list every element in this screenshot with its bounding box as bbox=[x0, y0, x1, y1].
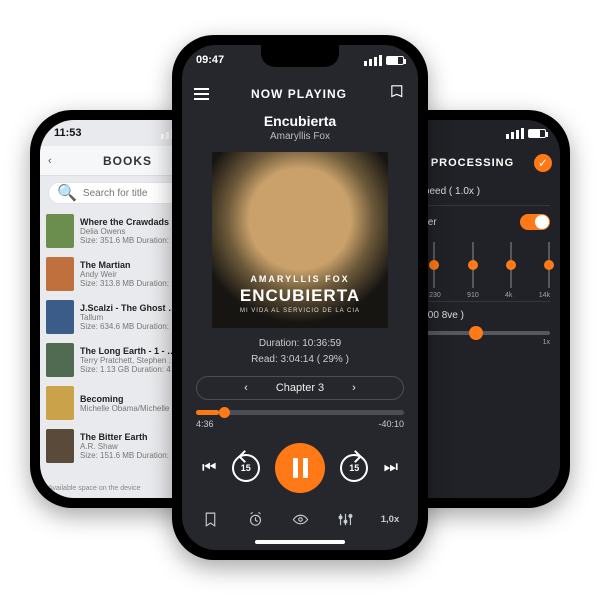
book-cover bbox=[46, 300, 74, 334]
book-cover bbox=[46, 386, 74, 420]
chapter-prev[interactable]: ‹ bbox=[244, 382, 248, 394]
back-button[interactable]: ‹ bbox=[48, 155, 52, 167]
book-author: Amaryllis Fox bbox=[182, 131, 418, 142]
chapter-elapsed: 4:36 bbox=[196, 419, 214, 429]
chapter-nav: ‹ Chapter 3 › bbox=[196, 376, 404, 400]
signal-icon bbox=[506, 128, 524, 139]
eq-band-slider[interactable] bbox=[433, 242, 435, 288]
alarm-icon[interactable] bbox=[243, 507, 267, 531]
read-label: Read: bbox=[251, 354, 278, 365]
eq-band-label: 4k bbox=[505, 292, 512, 299]
book-title: The Long Earth - 1 - The bbox=[80, 346, 181, 356]
book-title: The Bitter Earth bbox=[80, 432, 181, 442]
book-cover bbox=[46, 214, 74, 248]
book-author: Andy Weir bbox=[80, 270, 181, 279]
eq-band-label: 14k bbox=[539, 292, 550, 299]
book-meta: J.Scalzi - The Ghost BrigadesTallumSize:… bbox=[80, 303, 181, 331]
signal-icon bbox=[364, 55, 382, 66]
status-right-cluster bbox=[506, 128, 546, 139]
book-meta: BecomingMichelle Obama/Michelle Ob bbox=[80, 394, 181, 413]
eq-band-slider[interactable] bbox=[510, 242, 512, 288]
books-title: BOOKS bbox=[103, 154, 152, 168]
chapter-label[interactable]: Chapter 3 bbox=[276, 382, 324, 394]
chapter-times: 4:36 -40:10 bbox=[196, 419, 404, 429]
book-author: Terry Pratchett, Stephen Baxt bbox=[80, 356, 181, 365]
book-meta: Where the Crawdads SingDelia OwensSize: … bbox=[80, 217, 181, 245]
storage-footer: Available space on the device bbox=[48, 485, 141, 492]
cover-title: ENCUBIERTA bbox=[212, 286, 388, 306]
read-value: 3:04:14 ( 29% ) bbox=[281, 354, 349, 365]
book-detail: Size: 151.6 MB Duration: 5h 0 bbox=[80, 451, 181, 460]
book-cover bbox=[46, 429, 74, 463]
duration-value: 10:36:59 bbox=[302, 338, 341, 349]
pitch-knob[interactable] bbox=[469, 326, 483, 340]
status-right-cluster bbox=[364, 55, 404, 66]
book-title: The Martian bbox=[80, 260, 181, 270]
home-indicator[interactable] bbox=[255, 540, 345, 544]
transport-controls: ⏮ 15 15 ⏭ bbox=[202, 443, 398, 493]
equalizer-toggle[interactable] bbox=[520, 214, 550, 230]
book-detail: Size: 313.8 MB Duration: 10h bbox=[80, 279, 181, 288]
book-author: Michelle Obama/Michelle Ob bbox=[80, 404, 181, 413]
book-title: Where the Crawdads Sing bbox=[80, 217, 181, 227]
book-detail: Size: 351.6 MB Duration: 12h bbox=[80, 236, 181, 245]
equalizer-icon[interactable] bbox=[333, 507, 357, 531]
prev-track-button[interactable]: ⏮ bbox=[202, 459, 216, 477]
menu-button[interactable] bbox=[194, 88, 209, 100]
now-playing-title: NOW PLAYING bbox=[251, 87, 347, 101]
book-title: Encubierta bbox=[182, 113, 418, 129]
screen-player: 09:47 ↗ NOW PLAYING Encubierta Amaryllis… bbox=[182, 45, 418, 550]
book-cover bbox=[46, 343, 74, 377]
book-detail: Size: 634.6 MB Duration: 16h bbox=[80, 322, 181, 331]
pitch-max: 1x bbox=[543, 339, 550, 346]
player-toolbar: 1,0x bbox=[198, 507, 402, 531]
book-meta: The Long Earth - 1 - TheTerry Pratchett,… bbox=[80, 346, 181, 374]
battery-icon bbox=[528, 129, 546, 138]
duration-label: Duration: bbox=[259, 338, 300, 349]
eq-band-slider[interactable] bbox=[472, 242, 474, 288]
chapter-progress-track[interactable] bbox=[196, 410, 404, 415]
book-info: Encubierta Amaryllis Fox bbox=[182, 113, 418, 142]
book-author: A.R. Shaw bbox=[80, 442, 181, 451]
play-pause-button[interactable] bbox=[275, 443, 325, 493]
eye-icon[interactable] bbox=[288, 507, 312, 531]
bookmark-icon[interactable] bbox=[198, 507, 222, 531]
library-icon[interactable] bbox=[389, 83, 406, 105]
phone-center-player: 09:47 ↗ NOW PLAYING Encubierta Amaryllis… bbox=[172, 35, 428, 560]
notch bbox=[261, 45, 339, 67]
chapter-remaining: -40:10 bbox=[378, 419, 404, 429]
rewind-15-button[interactable]: 15 bbox=[232, 454, 260, 482]
eq-band-slider[interactable] bbox=[548, 242, 550, 288]
timing-block: Duration: 10:36:59 Read: 3:04:14 ( 29% ) bbox=[182, 336, 418, 368]
chapter-progress-knob[interactable] bbox=[219, 407, 230, 418]
next-track-button[interactable]: ⏭ bbox=[384, 459, 398, 477]
book-author: Tallum bbox=[80, 313, 181, 322]
cover-art[interactable]: AMARYLLIS FOX ENCUBIERTA MI VIDA AL SERV… bbox=[212, 152, 388, 328]
book-title: Becoming bbox=[80, 394, 181, 404]
eq-band-label: 230 bbox=[429, 292, 441, 299]
status-time: 09:47 bbox=[196, 54, 224, 66]
book-detail: Size: 1.13 GB Duration: 49h 2 bbox=[80, 365, 181, 374]
player-header: NOW PLAYING bbox=[182, 77, 418, 111]
book-meta: The MartianAndy WeirSize: 313.8 MB Durat… bbox=[80, 260, 181, 288]
book-title: J.Scalzi - The Ghost Brigades bbox=[80, 303, 181, 313]
status-time: 11:53 bbox=[54, 127, 82, 139]
book-meta: The Bitter EarthA.R. ShawSize: 151.6 MB … bbox=[80, 432, 181, 460]
cover-author: AMARYLLIS FOX bbox=[212, 274, 388, 284]
cover-subtitle: MI VIDA AL SERVICIO DE LA CIA bbox=[212, 308, 388, 328]
book-author: Delia Owens bbox=[80, 227, 181, 236]
eq-band-label: 910 bbox=[467, 292, 479, 299]
speed-button[interactable]: 1,0x bbox=[378, 507, 402, 531]
done-button[interactable]: ✓ bbox=[534, 154, 552, 172]
battery-icon bbox=[386, 56, 404, 65]
processing-title: PROCESSING bbox=[431, 157, 514, 169]
forward-15-button[interactable]: 15 bbox=[340, 454, 368, 482]
chapter-next[interactable]: › bbox=[352, 382, 356, 394]
chapter-progress-fill bbox=[196, 410, 219, 415]
search-icon: 🔍 bbox=[57, 183, 77, 203]
book-cover bbox=[46, 257, 74, 291]
